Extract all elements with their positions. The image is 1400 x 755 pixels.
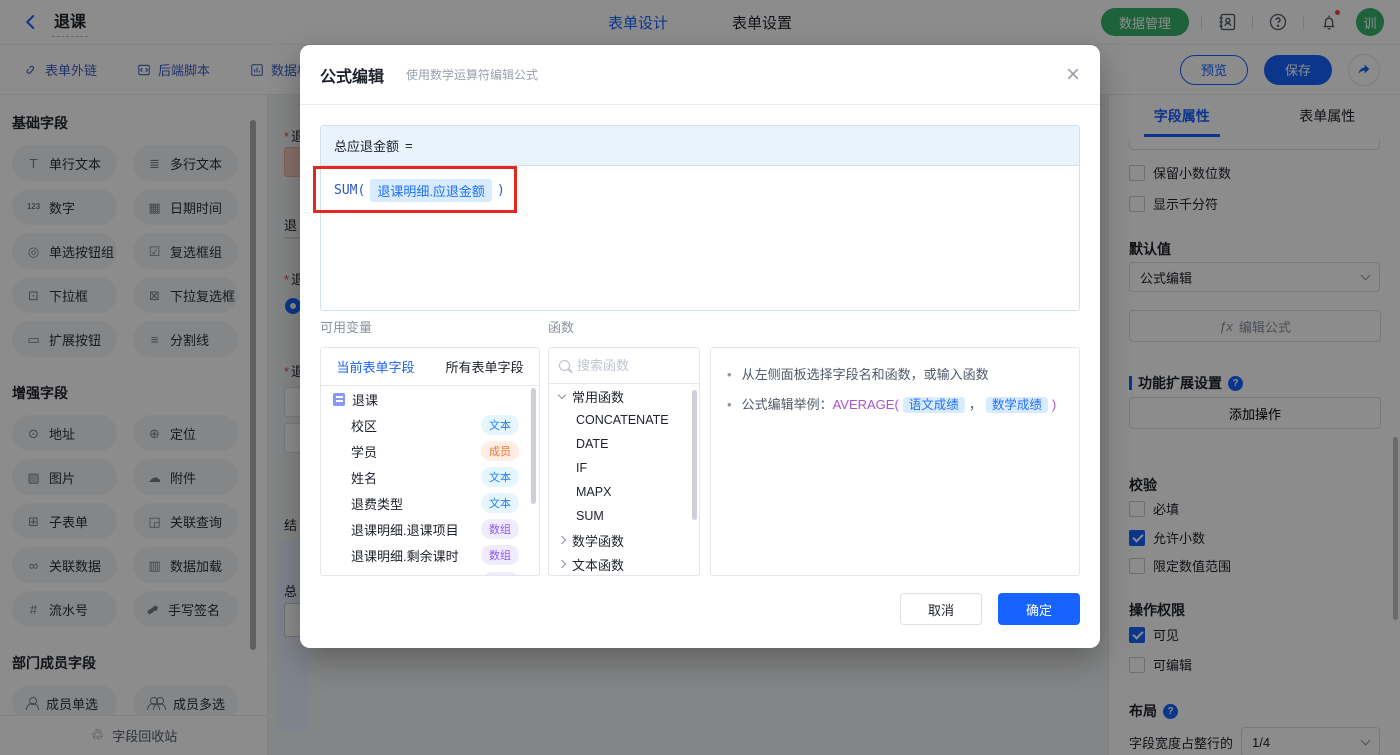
type-badge <box>483 572 519 575</box>
tab-all-form-fields[interactable]: 所有表单字段 <box>430 348 539 385</box>
modal-title: 公式编辑 <box>320 68 385 86</box>
form-file-icon <box>333 392 345 406</box>
variable-root-row[interactable]: 退课 <box>321 386 539 412</box>
variable-row[interactable]: 姓名 文本 <box>321 464 539 490</box>
variable-row[interactable]: 退课明细.剩余课时 数组 <box>321 542 539 568</box>
chevron-down-icon <box>557 390 567 399</box>
function-group-text[interactable]: 文本函数 <box>549 552 699 575</box>
function-group-common[interactable]: 常用函数 <box>549 384 699 408</box>
app: { "icons": { "close": "×", "single_text"… <box>0 0 1400 755</box>
formula-editor-modal: 公式编辑 使用数学运算符编辑公式 × 总应退金额 = SUM( 退课明细.应退金… <box>300 45 1100 648</box>
variables-tabs: 当前表单字段 所有表单字段 <box>321 348 539 386</box>
cancel-button[interactable]: 取消 <box>900 593 982 625</box>
variable-row[interactable]: 退课明细.退课项目 数组 <box>321 516 539 542</box>
function-item[interactable]: CONCATENATE <box>549 408 699 432</box>
search-icon <box>559 360 570 371</box>
confirm-button[interactable]: 确定 <box>998 593 1080 625</box>
help-example: 公式编辑举例：AVERAGE(语文成绩，数学成绩) <box>727 394 1063 416</box>
type-badge: 数组 <box>481 519 519 539</box>
close-icon[interactable]: × <box>1066 62 1080 87</box>
formula-target-bar: 总应退金额 = <box>321 126 1079 166</box>
formula-help-panel: 从左侧面板选择字段名和函数，或输入函数 公式编辑举例：AVERAGE(语文成绩，… <box>710 347 1080 576</box>
variable-row[interactable]: 学员 成员 <box>321 438 539 464</box>
type-badge: 文本 <box>481 415 519 435</box>
function-search[interactable] <box>549 348 699 384</box>
modal-header: 公式编辑 使用数学运算符编辑公式 × <box>300 45 1100 105</box>
variables-label: 可用变量 <box>320 320 373 335</box>
function-item[interactable]: IF <box>549 456 699 480</box>
function-group-math[interactable]: 数学函数 <box>549 528 699 552</box>
function-item[interactable]: MAPX <box>549 480 699 504</box>
type-badge: 文本 <box>481 467 519 487</box>
equals-sign: = <box>405 138 413 153</box>
chevron-right-icon <box>557 535 567 545</box>
tab-current-form-fields[interactable]: 当前表单字段 <box>321 348 430 385</box>
help-tip: 从左侧面板选择字段名和函数，或输入函数 <box>727 364 1063 386</box>
functions-panel: 常用函数 CONCATENATE DATE IF MAPX SUM 数学函数 文… <box>548 347 700 576</box>
chevron-right-icon <box>557 559 567 569</box>
type-badge: 文本 <box>481 493 519 513</box>
variables-scrollbar[interactable] <box>531 388 536 504</box>
function-item[interactable]: SUM <box>549 504 699 528</box>
variables-panel: 当前表单字段 所有表单字段 退课 校区 文本 学员 成员 姓名 文本 退费类型 … <box>320 347 540 576</box>
type-badge: 数组 <box>481 545 519 565</box>
functions-scrollbar[interactable] <box>692 390 697 520</box>
type-badge: 成员 <box>481 441 519 461</box>
annotation-highlight-box <box>313 166 517 213</box>
function-item[interactable]: DATE <box>549 432 699 456</box>
variable-row[interactable]: 退费类型 文本 <box>321 490 539 516</box>
modal-subtitle: 使用数学运算符编辑公式 <box>406 68 539 82</box>
example-field-chip: 语文成绩 <box>902 397 965 413</box>
function-search-input[interactable] <box>577 358 677 373</box>
variable-row-clipped[interactable] <box>321 568 539 575</box>
example-field-chip: 数学成绩 <box>985 397 1048 413</box>
formula-target-name: 总应退金额 <box>334 139 400 154</box>
variable-row[interactable]: 校区 文本 <box>321 412 539 438</box>
example-function-name: AVERAGE( <box>832 397 899 412</box>
formula-editor-box[interactable]: 总应退金额 = SUM( 退课明细.应退金额 ) <box>320 125 1080 311</box>
functions-label: 函数 <box>548 320 575 335</box>
